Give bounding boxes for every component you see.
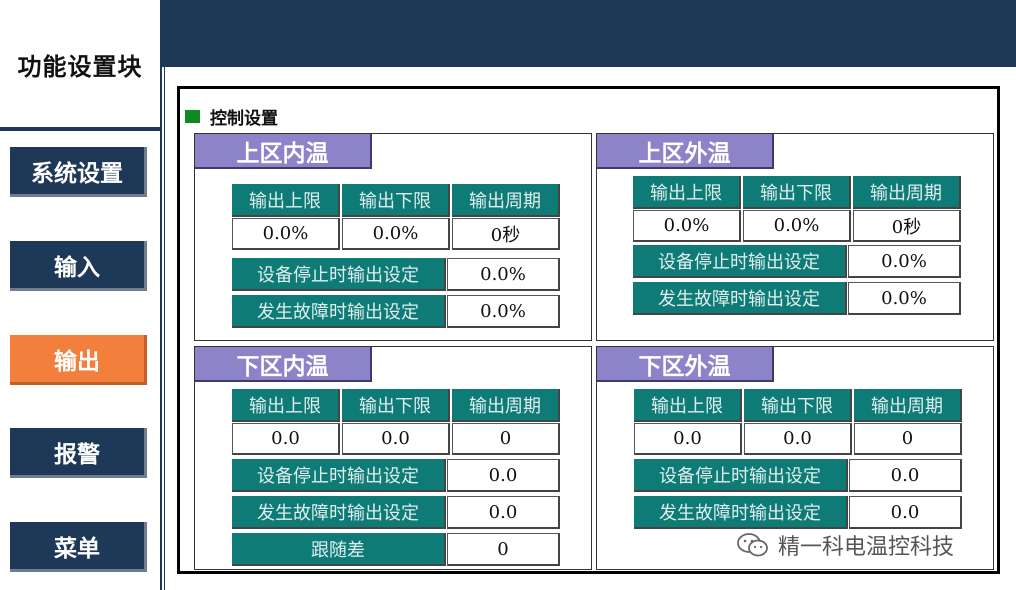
value-fault-output-setting[interactable]: 0.0% (447, 295, 560, 328)
watermark-text: 精一科电温控科技 (778, 535, 955, 560)
value-output-upper-limit[interactable]: 0.0 (232, 423, 340, 455)
value-output-lower-limit[interactable]: 0.0 (744, 423, 852, 455)
section-title: 控制设置 (185, 103, 278, 129)
label-fault-output-setting: 发生故障时输出设定 (634, 496, 848, 529)
nav-system-settings-button[interactable]: 系统设置 (10, 147, 147, 197)
header-output-lower-limit: 输出下限 (743, 176, 851, 209)
section-title-label: 控制设置 (210, 108, 278, 129)
value-output-upper-limit[interactable]: 0.0% (633, 210, 741, 242)
control-settings-panel: 控制设置 上区内温 输出上限 输出下限 输出周期 0.0% 0.0% 0秒 设备… (177, 86, 1000, 574)
sidebar: 功能设置块 系统设置 输入 输出 报警 菜单 (0, 0, 162, 590)
value-output-lower-limit[interactable]: 0.0% (743, 210, 851, 242)
top-bar (162, 0, 1016, 67)
label-stop-output-setting: 设备停止时输出设定 (633, 245, 847, 278)
value-output-period[interactable]: 0秒 (853, 210, 961, 242)
label-fault-output-setting: 发生故障时输出设定 (232, 295, 446, 328)
zone-upper-outer: 上区外温 输出上限 输出下限 输出周期 0.0% 0.0% 0秒 设备停止时输出… (596, 133, 994, 341)
header-output-upper-limit: 输出上限 (232, 389, 340, 422)
zone-label: 上区内温 (195, 134, 372, 169)
header-output-lower-limit: 输出下限 (744, 389, 852, 422)
value-output-period[interactable]: 0 (452, 423, 560, 455)
zone-lower-inner: 下区内温 输出上限 输出下限 输出周期 0.0 0.0 0 设备停止时输出设定 … (194, 346, 592, 570)
zone-upper-inner: 上区内温 输出上限 输出下限 输出周期 0.0% 0.0% 0秒 设备停止时输出… (194, 133, 592, 341)
value-output-upper-limit[interactable]: 0.0% (232, 218, 340, 250)
header-output-lower-limit: 输出下限 (342, 389, 450, 422)
zone-label: 下区外温 (597, 347, 774, 382)
header-output-period: 输出周期 (452, 184, 560, 217)
value-output-lower-limit[interactable]: 0.0 (342, 423, 450, 455)
nav-menu-button[interactable]: 菜单 (10, 522, 147, 572)
sidebar-title: 功能设置块 (17, 51, 143, 81)
value-follow-difference[interactable]: 0 (447, 533, 560, 566)
section-marker-icon (185, 109, 200, 123)
header-output-upper-limit: 输出上限 (232, 184, 340, 217)
header-output-lower-limit: 输出下限 (342, 184, 450, 217)
header-output-upper-limit: 输出上限 (634, 389, 742, 422)
label-stop-output-setting: 设备停止时输出设定 (232, 459, 446, 492)
value-stop-output-setting[interactable]: 0.0% (848, 245, 961, 278)
sidebar-divider (0, 127, 160, 131)
zone-label: 上区外温 (597, 134, 774, 169)
value-output-upper-limit[interactable]: 0.0 (634, 423, 742, 455)
nav-input-button[interactable]: 输入 (10, 241, 147, 291)
header-output-upper-limit: 输出上限 (633, 176, 741, 209)
value-stop-output-setting[interactable]: 0.0 (447, 459, 560, 492)
value-output-period[interactable]: 0秒 (452, 218, 560, 250)
watermark: 精一科电温控科技 (736, 528, 954, 562)
value-stop-output-setting[interactable]: 0.0 (849, 459, 962, 492)
header-output-period: 输出周期 (854, 389, 962, 422)
nav-output-button[interactable]: 输出 (10, 335, 147, 385)
header-output-period: 输出周期 (853, 176, 961, 209)
label-fault-output-setting: 发生故障时输出设定 (232, 496, 446, 529)
value-fault-output-setting[interactable]: 0.0 (849, 496, 962, 529)
label-stop-output-setting: 设备停止时输出设定 (232, 258, 446, 291)
zone-label: 下区内温 (195, 347, 372, 382)
header-output-period: 输出周期 (452, 389, 560, 422)
label-follow-difference: 跟随差 (232, 533, 446, 566)
value-output-period[interactable]: 0 (854, 423, 962, 455)
value-stop-output-setting[interactable]: 0.0% (447, 258, 560, 291)
value-output-lower-limit[interactable]: 0.0% (342, 218, 450, 250)
label-fault-output-setting: 发生故障时输出设定 (633, 282, 847, 315)
value-fault-output-setting[interactable]: 0.0% (848, 282, 961, 315)
value-fault-output-setting[interactable]: 0.0 (447, 496, 560, 529)
wechat-icon (737, 533, 768, 557)
label-stop-output-setting: 设备停止时输出设定 (634, 459, 848, 492)
nav-alarm-button[interactable]: 报警 (10, 428, 147, 478)
